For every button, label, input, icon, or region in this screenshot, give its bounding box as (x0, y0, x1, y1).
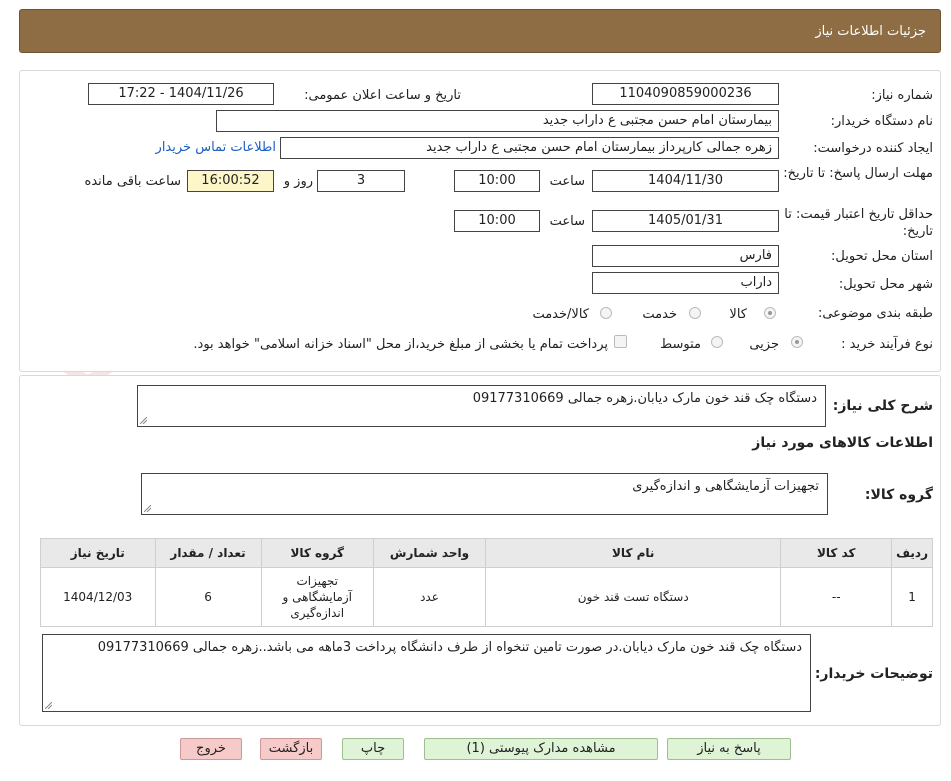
goods-info-title: اطلاعات کالاهای مورد نیاز (752, 435, 933, 451)
cell-goods-group: تجهیزات آزمایشگاهی و اندازه‌گیری (260, 567, 374, 627)
col-header-row-number: ردیف (891, 538, 933, 568)
province-field: فارس (592, 245, 779, 267)
summary-text: دستگاه چک قند خون مارک دیابان.زهره جمالی… (472, 391, 817, 406)
validity-label: حداقل تاریخ اعتبار قیمت: تا تاریخ: (784, 207, 933, 239)
table-row: 1 -- دستگاه تست قند خون عدد تجهیزات آزما… (40, 567, 933, 627)
cell-goods-code: -- (780, 567, 893, 627)
reply-button[interactable]: پاسخ به نیاز (667, 738, 791, 760)
need-number-label: شماره نیاز: (871, 88, 933, 103)
cell-unit: عدد (372, 567, 487, 627)
attachments-button[interactable]: مشاهده مدارک پیوستی (1) (424, 738, 658, 760)
print-button[interactable]: چاپ (342, 738, 404, 760)
process-medium-radio[interactable] (711, 336, 723, 348)
process-medium-label: متوسط (660, 337, 701, 352)
category-both-radio[interactable] (600, 307, 612, 319)
treasury-payment-checkbox[interactable] (614, 335, 627, 348)
exit-button[interactable]: خروج (180, 738, 242, 760)
process-minor-label: جزیی (749, 337, 779, 352)
buyer-notes-textarea: دستگاه چک قند خون مارک دیابان.در صورت تا… (42, 634, 811, 712)
buyer-notes-text: دستگاه چک قند خون مارک دیابان.در صورت تا… (97, 640, 802, 655)
category-goods-label: کالا (729, 307, 747, 322)
deadline-time-field: 10:00 (454, 170, 540, 192)
process-minor-radio[interactable] (791, 336, 803, 348)
col-header-goods-code: کد کالا (780, 538, 893, 568)
resize-grip-icon[interactable] (140, 417, 147, 424)
category-service-radio[interactable] (689, 307, 701, 319)
page-title: جزئیات اطلاعات نیاز (815, 24, 926, 39)
remaining-label: ساعت باقی مانده (84, 174, 181, 189)
requester-label: ایجاد کننده درخواست: (813, 141, 933, 156)
deadline-time-label: ساعت (549, 174, 585, 189)
goods-table: ردیف کد کالا نام کالا واحد شمارش گروه کا… (40, 538, 933, 627)
resize-grip-icon[interactable] (45, 702, 52, 709)
announce-label: تاریخ و ساعت اعلان عمومی: (304, 88, 461, 103)
announce-field: 1404/11/26 - 17:22 (88, 83, 274, 105)
validity-time-field: 10:00 (454, 210, 540, 232)
goods-group-textarea: تجهیزات آزمایشگاهی و اندازه‌گیری (141, 473, 828, 515)
remaining-time-field: 16:00:52 (187, 170, 274, 192)
treasury-payment-note: پرداخت تمام یا بخشی از مبلغ خرید،از محل … (193, 337, 608, 352)
category-label: طبقه بندی موضوعی: (817, 306, 933, 321)
col-header-goods-name: نام کالا (485, 538, 782, 568)
validity-time-label: ساعت (549, 214, 585, 229)
buyer-org-field: بیمارستان امام حسن مجتبی ع داراب جدید (216, 110, 779, 132)
city-label: شهر محل تحویل: (838, 277, 933, 292)
deadline-label: مهلت ارسال پاسخ: تا تاریخ: (783, 166, 933, 181)
days-field: 3 (317, 170, 405, 192)
summary-textarea: دستگاه چک قند خون مارک دیابان.زهره جمالی… (137, 385, 826, 427)
need-number-field: 1104090859000236 (592, 83, 779, 105)
resize-grip-icon[interactable] (144, 505, 151, 512)
col-header-quantity: تعداد / مقدار (154, 538, 262, 568)
category-goods-radio[interactable] (764, 307, 776, 319)
buyer-notes-label: توضیحات خریدار: (814, 666, 933, 682)
col-header-need-date: تاریخ نیاز (40, 538, 156, 568)
validity-date-field: 1405/01/31 (592, 210, 779, 232)
requester-field: زهره جمالی کارپرداز بیمارستان امام حسن م… (280, 137, 779, 159)
summary-label: شرح کلی نیاز: (832, 398, 933, 414)
col-header-goods-group: گروه کالا (260, 538, 374, 568)
city-field: داراب (592, 272, 779, 294)
cell-quantity: 6 (154, 567, 262, 627)
col-header-unit: واحد شمارش (372, 538, 487, 568)
days-label: روز و (283, 174, 313, 189)
cell-goods-name: دستگاه تست قند خون (485, 567, 782, 627)
buyer-org-label: نام دستگاه خریدار: (830, 114, 933, 129)
buyer-contact-link[interactable]: اطلاعات تماس خریدار (156, 140, 276, 155)
cell-row-number: 1 (891, 567, 933, 627)
province-label: استان محل تحویل: (831, 249, 933, 264)
deadline-date-field: 1404/11/30 (592, 170, 779, 192)
cell-need-date: 1404/12/03 (40, 567, 156, 627)
back-button[interactable]: بازگشت (260, 738, 322, 760)
process-label: نوع فرآیند خرید : (841, 337, 933, 352)
category-both-label: کالا/خدمت (532, 307, 589, 322)
category-service-label: خدمت (642, 307, 677, 322)
table-header-row: ردیف کد کالا نام کالا واحد شمارش گروه کا… (40, 538, 933, 568)
goods-group-text: تجهیزات آزمایشگاهی و اندازه‌گیری (632, 479, 819, 494)
goods-group-label: گروه کالا: (864, 487, 933, 503)
page-header: جزئیات اطلاعات نیاز (19, 9, 941, 53)
